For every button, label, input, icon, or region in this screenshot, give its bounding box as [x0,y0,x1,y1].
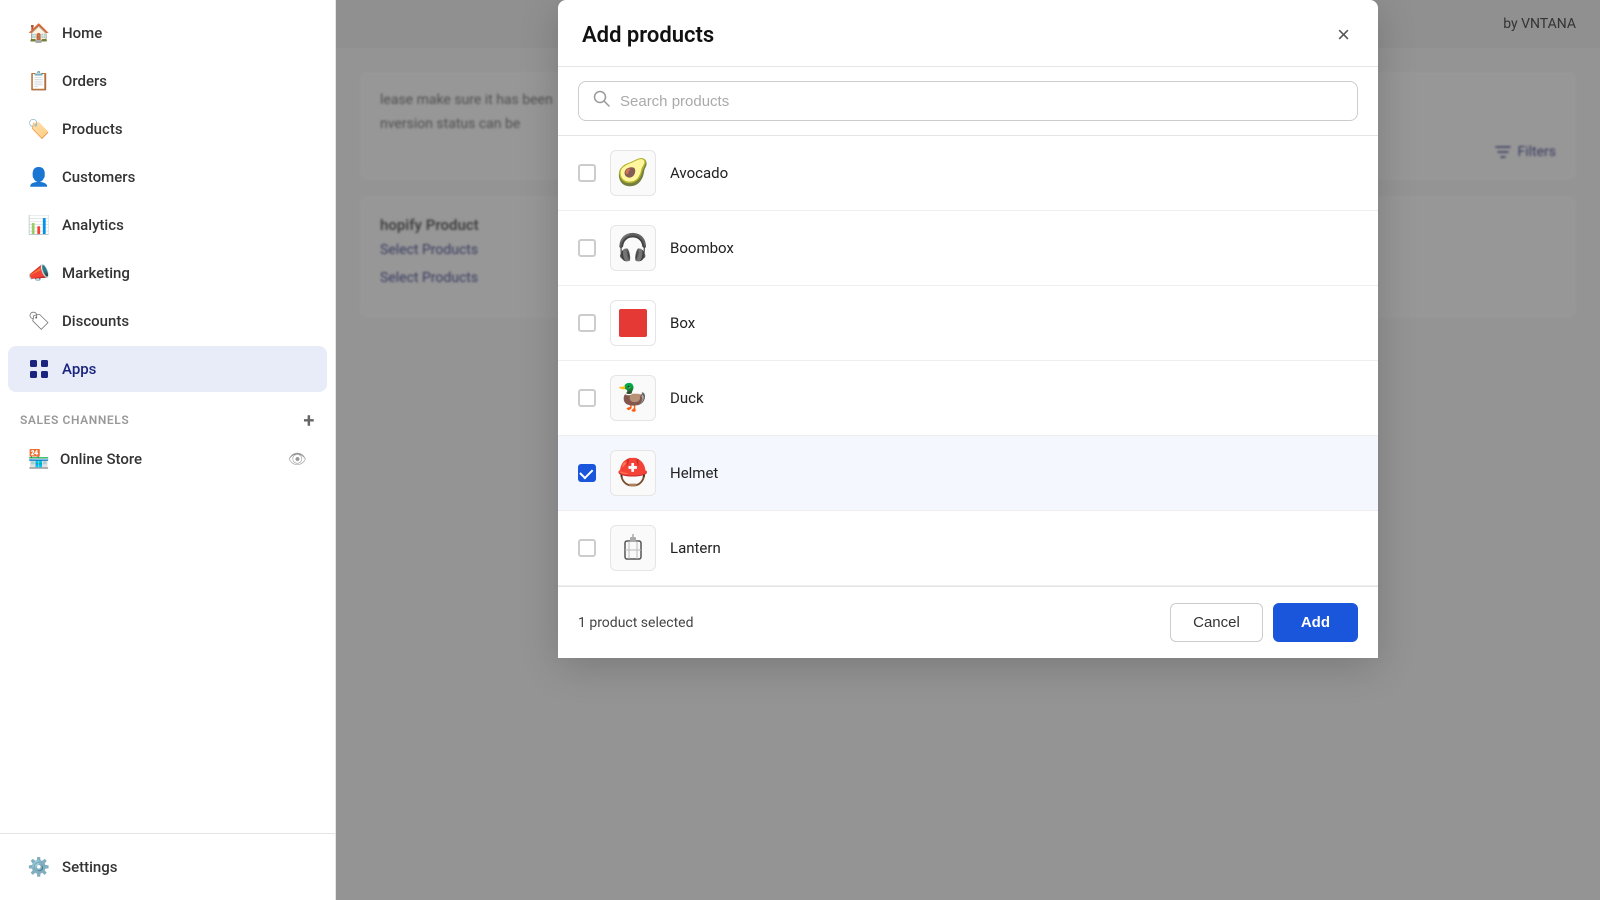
product-name-duck: Duck [670,389,704,407]
product-name-lantern: Lantern [670,539,721,557]
discounts-icon: 🏷 [28,310,50,332]
product-name-avocado: Avocado [670,164,728,182]
sidebar-item-home-label: Home [62,24,102,42]
add-products-modal: Add products × 🥑 Avocado 🎧 [558,0,1378,658]
product-thumb-lantern [610,525,656,571]
main-content-area: by VNTANA lease make sure it has been nv… [336,0,1600,900]
product-checkbox-lantern[interactable] [578,539,596,557]
product-item-helmet[interactable]: ⛑️ Helmet [558,436,1378,511]
selected-count-label: 1 product selected [578,615,694,631]
sidebar-item-customers-label: Customers [62,168,135,186]
product-item-lantern[interactable]: Lantern [558,511,1378,586]
product-thumb-avocado: 🥑 [610,150,656,196]
sidebar-item-apps-label: Apps [62,360,96,378]
modal-footer: 1 product selected Cancel Add [558,586,1378,658]
product-item-boombox[interactable]: 🎧 Boombox [558,211,1378,286]
sales-channels-label: SALES CHANNELS [20,413,129,427]
sidebar-item-settings-label: Settings [62,858,118,876]
product-item-box[interactable]: Box [558,286,1378,361]
search-bar [558,67,1378,136]
product-checkbox-boombox[interactable] [578,239,596,257]
sidebar-item-analytics-label: Analytics [62,216,124,234]
product-list: 🥑 Avocado 🎧 Boombox Box 🦆 D [558,136,1378,586]
eye-icon: 👁 [288,450,307,468]
online-store-label: Online Store [60,450,142,468]
sidebar-item-home[interactable]: 🏠 Home [8,10,327,56]
sales-channels-section: SALES CHANNELS + [0,394,335,436]
sidebar-item-settings[interactable]: ⚙️ Settings [8,844,327,890]
sidebar-item-orders[interactable]: 📋 Orders [8,58,327,104]
modal-title: Add products [582,23,714,48]
product-name-box: Box [670,314,695,332]
marketing-icon: 📣 [28,262,50,284]
search-icon [593,90,610,112]
sidebar: 🏠 Home 📋 Orders 🏷️ Products 👤 Customers … [0,0,336,900]
sidebar-bottom: ⚙️ Settings [0,833,335,900]
modal-header: Add products × [558,0,1378,67]
customers-icon: 👤 [28,166,50,188]
sidebar-item-orders-label: Orders [62,72,107,90]
home-icon: 🏠 [28,22,50,44]
analytics-icon: 📊 [28,214,50,236]
add-button[interactable]: Add [1273,603,1358,642]
sidebar-item-marketing-label: Marketing [62,264,130,282]
sidebar-item-products[interactable]: 🏷️ Products [8,106,327,152]
sidebar-item-customers[interactable]: 👤 Customers [8,154,327,200]
sidebar-item-online-store[interactable]: 🏪 Online Store 👁 [8,438,327,480]
product-item-avocado[interactable]: 🥑 Avocado [558,136,1378,211]
settings-icon: ⚙️ [28,856,50,878]
products-icon: 🏷️ [28,118,50,140]
product-item-duck[interactable]: 🦆 Duck [558,361,1378,436]
sidebar-item-discounts[interactable]: 🏷 Discounts [8,298,327,344]
sidebar-item-products-label: Products [62,120,123,138]
footer-actions: Cancel Add [1170,603,1358,642]
search-input-wrap [578,81,1358,121]
apps-icon [28,358,50,380]
product-checkbox-avocado[interactable] [578,164,596,182]
product-name-helmet: Helmet [670,464,718,482]
product-thumb-helmet: ⛑️ [610,450,656,496]
online-store-icon: 🏪 [28,448,50,470]
search-input[interactable] [620,93,1343,110]
orders-icon: 📋 [28,70,50,92]
product-thumb-boombox: 🎧 [610,225,656,271]
modal-close-button[interactable]: × [1333,20,1354,50]
sidebar-item-analytics[interactable]: 📊 Analytics [8,202,327,248]
sidebar-item-apps[interactable]: Apps [8,346,327,392]
product-name-boombox: Boombox [670,239,734,257]
sidebar-item-discounts-label: Discounts [62,312,129,330]
product-thumb-duck: 🦆 [610,375,656,421]
product-checkbox-duck[interactable] [578,389,596,407]
product-checkbox-box[interactable] [578,314,596,332]
product-thumb-box [610,300,656,346]
add-sales-channel-button[interactable]: + [303,410,315,430]
cancel-button[interactable]: Cancel [1170,603,1263,642]
product-checkbox-helmet[interactable] [578,464,596,482]
sidebar-item-marketing[interactable]: 📣 Marketing [8,250,327,296]
